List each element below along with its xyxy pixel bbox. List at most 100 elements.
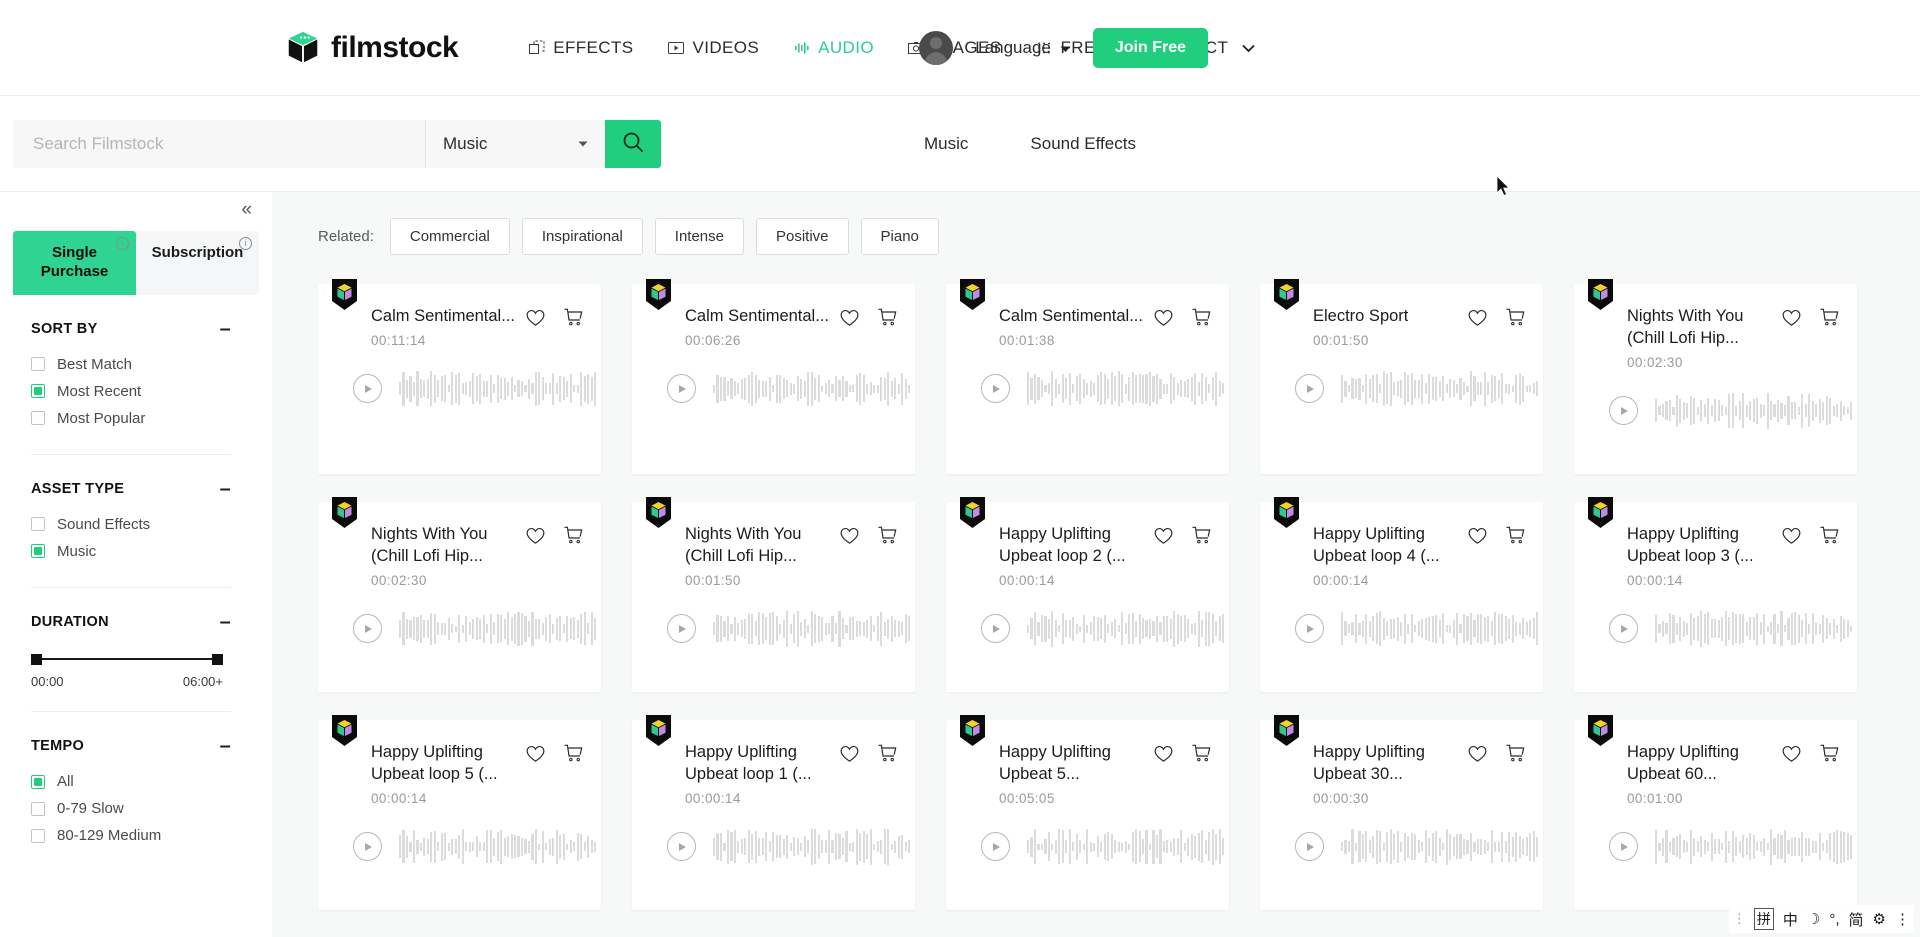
waveform[interactable] bbox=[399, 368, 597, 410]
plan-tab-subscription[interactable]: Subscription i bbox=[136, 231, 259, 295]
waveform[interactable] bbox=[1655, 390, 1853, 432]
audio-card[interactable]: Happy Uplifting Upbeat loop 1 (... 00:00:… bbox=[632, 715, 915, 910]
chevron-double-left-icon[interactable]: « bbox=[241, 200, 252, 219]
minus-icon[interactable]: – bbox=[220, 736, 231, 756]
heart-icon[interactable] bbox=[840, 527, 859, 545]
checkbox[interactable] bbox=[31, 384, 45, 398]
cart-icon[interactable] bbox=[1192, 308, 1211, 327]
waveform[interactable] bbox=[1341, 826, 1539, 868]
checkbox[interactable] bbox=[31, 774, 45, 789]
filter-option-sound-effects[interactable]: Sound Effects bbox=[31, 511, 231, 538]
cart-icon[interactable] bbox=[1506, 526, 1525, 545]
duration-range-slider[interactable] bbox=[31, 644, 223, 665]
waveform[interactable] bbox=[399, 826, 597, 868]
related-tag-commercial[interactable]: Commercial bbox=[389, 218, 510, 255]
waveform[interactable] bbox=[713, 608, 911, 650]
ime-more-icon[interactable]: ⋮ bbox=[1895, 910, 1910, 928]
checkbox[interactable] bbox=[31, 517, 45, 531]
audio-card[interactable]: Nights With You (Chill Lofi Hip... 00:02:… bbox=[318, 497, 601, 692]
cart-icon[interactable] bbox=[1192, 526, 1211, 545]
nav-item-effects[interactable]: EFFECTS bbox=[511, 30, 650, 66]
audio-card[interactable]: Happy Uplifting Upbeat loop 3 (... 00:00:… bbox=[1574, 497, 1857, 692]
nav-item-videos[interactable]: VIDEOS bbox=[650, 30, 776, 66]
cart-icon[interactable] bbox=[1820, 308, 1839, 327]
play-icon[interactable] bbox=[667, 614, 696, 644]
checkbox[interactable] bbox=[31, 801, 45, 816]
heart-icon[interactable] bbox=[1468, 745, 1487, 763]
info-icon[interactable]: i bbox=[116, 237, 129, 250]
filter-option-tempo-all[interactable]: All bbox=[31, 768, 231, 795]
cart-icon[interactable] bbox=[564, 308, 583, 327]
waveform[interactable] bbox=[1027, 826, 1225, 868]
slider-track[interactable] bbox=[31, 653, 223, 665]
filter-option-most-recent[interactable]: Most Recent bbox=[31, 378, 231, 405]
logo[interactable]: filmstock bbox=[284, 29, 459, 67]
filter-option-music[interactable]: Music bbox=[31, 538, 231, 565]
ime-mode-chinese[interactable]: 中 bbox=[1783, 909, 1798, 930]
cart-icon[interactable] bbox=[878, 308, 897, 327]
ime-moon-icon[interactable]: ☽ bbox=[1807, 910, 1820, 928]
related-tag-positive[interactable]: Positive bbox=[756, 218, 849, 255]
filter-option-tempo-slow[interactable]: 0-79 Slow bbox=[31, 795, 231, 822]
audio-card[interactable]: Happy Uplifting Upbeat loop 4 (... 00:00:… bbox=[1260, 497, 1543, 692]
checkbox[interactable] bbox=[31, 411, 45, 425]
search-button[interactable] bbox=[605, 119, 661, 168]
play-icon[interactable] bbox=[1609, 396, 1638, 426]
filter-option-tempo-medium[interactable]: 80-129 Medium bbox=[31, 822, 231, 849]
checkbox[interactable] bbox=[31, 828, 45, 843]
play-icon[interactable] bbox=[1609, 614, 1638, 644]
cart-icon[interactable] bbox=[564, 526, 583, 545]
minus-icon[interactable]: – bbox=[220, 319, 231, 339]
minus-icon[interactable]: – bbox=[220, 612, 231, 632]
filter-option-most-popular[interactable]: Most Popular bbox=[31, 405, 231, 432]
heart-icon[interactable] bbox=[1782, 309, 1801, 327]
play-icon[interactable] bbox=[1295, 374, 1324, 404]
minus-icon[interactable]: – bbox=[220, 479, 231, 499]
cart-icon[interactable] bbox=[878, 526, 897, 545]
heart-icon[interactable] bbox=[1468, 527, 1487, 545]
heart-icon[interactable] bbox=[526, 527, 545, 545]
related-tag-inspirational[interactable]: Inspirational bbox=[521, 218, 643, 255]
play-icon[interactable] bbox=[667, 832, 696, 862]
subtab-music[interactable]: Music bbox=[924, 134, 968, 154]
heart-icon[interactable] bbox=[1782, 745, 1801, 763]
checkbox[interactable] bbox=[31, 357, 45, 371]
nav-item-audio[interactable]: AUDIO bbox=[776, 30, 891, 66]
cart-icon[interactable] bbox=[1192, 744, 1211, 763]
ime-simplified-icon[interactable]: 简 bbox=[1849, 909, 1864, 930]
waveform[interactable] bbox=[1341, 368, 1539, 410]
cart-icon[interactable] bbox=[564, 744, 583, 763]
checkbox[interactable] bbox=[31, 544, 45, 558]
search-input[interactable] bbox=[13, 119, 425, 168]
play-icon[interactable] bbox=[1609, 832, 1638, 862]
heart-icon[interactable] bbox=[1782, 527, 1801, 545]
heart-icon[interactable] bbox=[1154, 309, 1173, 327]
waveform[interactable] bbox=[1655, 608, 1853, 650]
gear-icon[interactable]: ⚙ bbox=[1873, 910, 1886, 928]
waveform[interactable] bbox=[1027, 368, 1225, 410]
cart-icon[interactable] bbox=[1506, 308, 1525, 327]
play-icon[interactable] bbox=[353, 832, 382, 862]
play-icon[interactable] bbox=[981, 832, 1010, 862]
waveform[interactable] bbox=[1341, 608, 1539, 650]
filter-option-best-match[interactable]: Best Match bbox=[31, 351, 231, 378]
join-free-button[interactable]: Join Free bbox=[1092, 27, 1208, 68]
play-icon[interactable] bbox=[981, 614, 1010, 644]
related-tag-piano[interactable]: Piano bbox=[860, 218, 939, 255]
cart-icon[interactable] bbox=[1820, 744, 1839, 763]
audio-card[interactable]: Calm Sentimental... 00:11:14 bbox=[318, 279, 601, 474]
audio-card[interactable]: Happy Uplifting Upbeat loop 2 (... 00:00:… bbox=[946, 497, 1229, 692]
cart-icon[interactable] bbox=[1506, 744, 1525, 763]
play-icon[interactable] bbox=[981, 374, 1010, 404]
audio-card[interactable]: Happy Uplifting Upbeat 5... 00:05:05 bbox=[946, 715, 1229, 910]
play-icon[interactable] bbox=[667, 374, 696, 404]
audio-card[interactable]: Electro Sport 00:01:50 bbox=[1260, 279, 1543, 474]
heart-icon[interactable] bbox=[840, 745, 859, 763]
cart-icon[interactable] bbox=[878, 744, 897, 763]
audio-card[interactable]: Nights With You (Chill Lofi Hip... 00:01:… bbox=[632, 497, 915, 692]
info-icon[interactable]: i bbox=[239, 237, 252, 250]
audio-card[interactable]: Calm Sentimental... 00:01:38 bbox=[946, 279, 1229, 474]
waveform[interactable] bbox=[713, 826, 911, 868]
subtab-sound-effects[interactable]: Sound Effects bbox=[1030, 134, 1136, 154]
audio-card[interactable]: Happy Uplifting Upbeat loop 5 (... 00:00:… bbox=[318, 715, 601, 910]
